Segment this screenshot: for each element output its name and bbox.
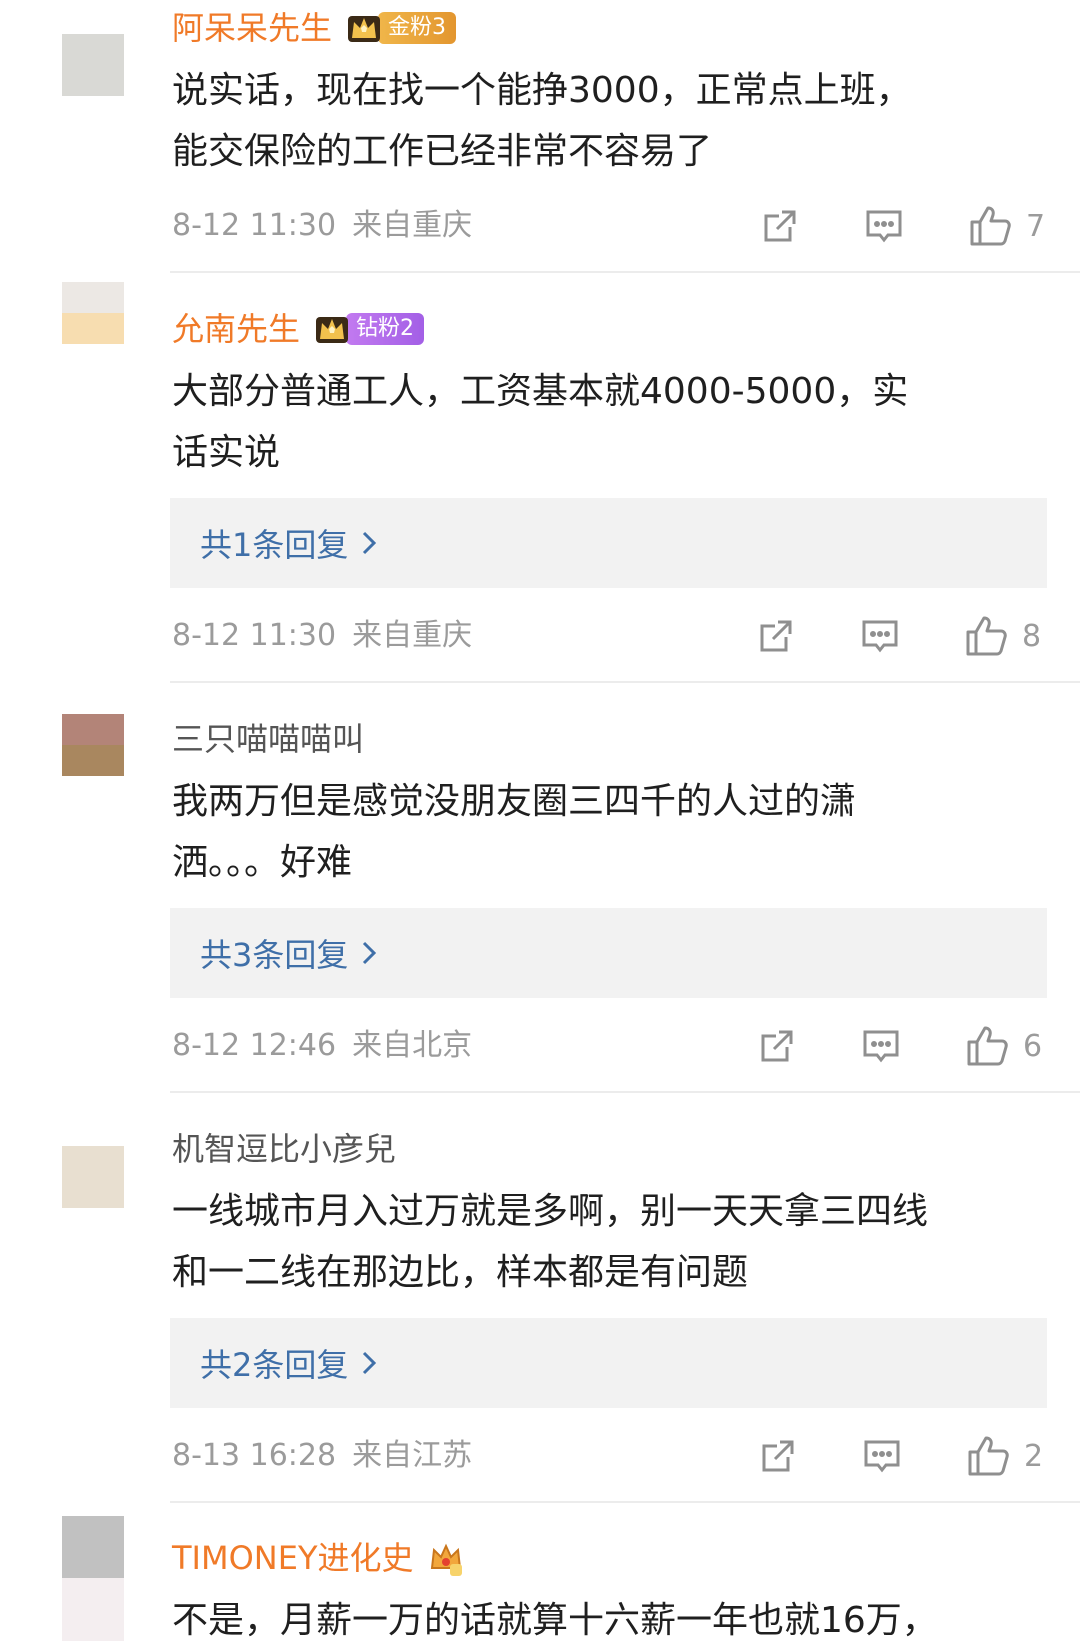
comment-location: 来自江苏 [352, 1438, 473, 1473]
like-count: 8 [1022, 618, 1042, 654]
comment-button[interactable] [861, 1024, 901, 1068]
share-icon [764, 210, 796, 242]
view-replies-link[interactable]: 共3条回复 [200, 930, 378, 976]
divider [170, 1091, 1080, 1093]
thumbs-up-icon [968, 1436, 1009, 1476]
comment-button[interactable] [860, 614, 900, 658]
share-icon [762, 1440, 794, 1472]
comment-date: 8-12 12:46 [172, 1028, 337, 1063]
reply-box[interactable]: 共3条回复 [170, 908, 1047, 998]
like-button[interactable]: 8 [964, 614, 1041, 658]
comment-icon [866, 210, 902, 243]
like-count: 7 [1026, 208, 1046, 244]
username[interactable]: 三只喵喵喵叫 [172, 715, 364, 763]
fan-badge: 钻粉2 [312, 309, 425, 349]
divider [170, 1501, 1080, 1503]
username[interactable]: TIMONEY进化史 [172, 1534, 414, 1582]
comment-icon [864, 1440, 900, 1473]
avatar[interactable] [62, 1146, 124, 1208]
username[interactable]: 允南先生 [172, 305, 300, 353]
share-button[interactable] [760, 204, 800, 248]
comment-meta: 8-12 11:30 来自重庆 [172, 204, 472, 248]
comment-location: 来自北京 [352, 1028, 473, 1063]
comment-text: 我两万但是感觉没朋友圈三四千的人过的潇 洒。。。好难 [172, 781, 857, 883]
comment-date: 8-13 16:28 [172, 1438, 337, 1473]
comment-date: 8-12 11:30 [172, 208, 337, 243]
comment-meta: 8-12 12:46 来自北京 [172, 1024, 472, 1068]
view-replies-link[interactable]: 共1条回复 [200, 520, 378, 566]
like-button[interactable]: 6 [965, 1024, 1042, 1068]
username[interactable]: 阿呆呆先生 [172, 4, 332, 52]
comment-location: 来自重庆 [352, 618, 473, 653]
avatar[interactable] [62, 714, 124, 776]
share-button[interactable] [758, 1434, 798, 1478]
avatar[interactable] [62, 1516, 124, 1641]
like-button[interactable]: 2 [966, 1434, 1043, 1478]
badge-label: 金粉3 [378, 12, 457, 44]
reply-box[interactable]: 共2条回复 [170, 1318, 1047, 1408]
comment-location: 来自重庆 [352, 208, 473, 243]
fan-badge: 金粉3 [344, 8, 457, 48]
thumbs-up-icon [967, 1026, 1008, 1066]
like-count: 6 [1023, 1028, 1043, 1064]
comment-text: 说实话，现在找一个能挣3000，正常点上班， 能交保险的工作已经非常不容易了 [172, 70, 912, 172]
comment-icon [862, 620, 898, 653]
comment-meta: 8-13 16:28 来自江苏 [172, 1434, 472, 1478]
like-button[interactable]: 7 [968, 204, 1045, 248]
chevron-right-icon [363, 1351, 377, 1375]
comment-icon [863, 1030, 899, 1063]
share-button[interactable] [756, 614, 796, 658]
share-button[interactable] [757, 1024, 797, 1068]
divider [170, 681, 1080, 683]
share-icon [761, 1030, 793, 1062]
chevron-right-icon [363, 941, 377, 965]
comment-button[interactable] [862, 1434, 902, 1478]
view-replies-link[interactable]: 共2条回复 [200, 1340, 378, 1386]
comment-date: 8-12 11:30 [172, 618, 337, 653]
divider [170, 271, 1080, 273]
badge-label: 钻粉2 [346, 313, 425, 345]
comment-button[interactable] [864, 204, 904, 248]
share-icon [760, 620, 792, 652]
fan-badge [426, 1538, 466, 1578]
comment-text: 不是，月薪一万的话就算十六薪一年也就16万， [172, 1600, 938, 1641]
crown-icon [426, 1538, 466, 1578]
crown-icon [312, 309, 352, 349]
like-count: 2 [1024, 1438, 1044, 1474]
reply-count: 共2条回复 [200, 1346, 349, 1384]
reply-count: 共3条回复 [200, 936, 349, 974]
comment-text: 大部分普通工人，工资基本就4000-5000，实 话实说 [172, 371, 909, 473]
comment-text: 一线城市月入过万就是多啊，别一天天拿三四线 和一二线在那边比，样本都是有问题 [172, 1191, 929, 1293]
avatar[interactable] [62, 282, 124, 344]
reply-count: 共1条回复 [200, 526, 349, 564]
reply-box[interactable]: 共1条回复 [170, 498, 1047, 588]
comment-meta: 8-12 11:30 来自重庆 [172, 614, 472, 658]
thumbs-up-icon [966, 616, 1007, 656]
avatar[interactable] [62, 34, 124, 96]
chevron-right-icon [363, 531, 377, 555]
thumbs-up-icon [970, 206, 1011, 246]
username[interactable]: 机智逗比小彦兒 [172, 1125, 396, 1173]
crown-icon [344, 8, 384, 48]
